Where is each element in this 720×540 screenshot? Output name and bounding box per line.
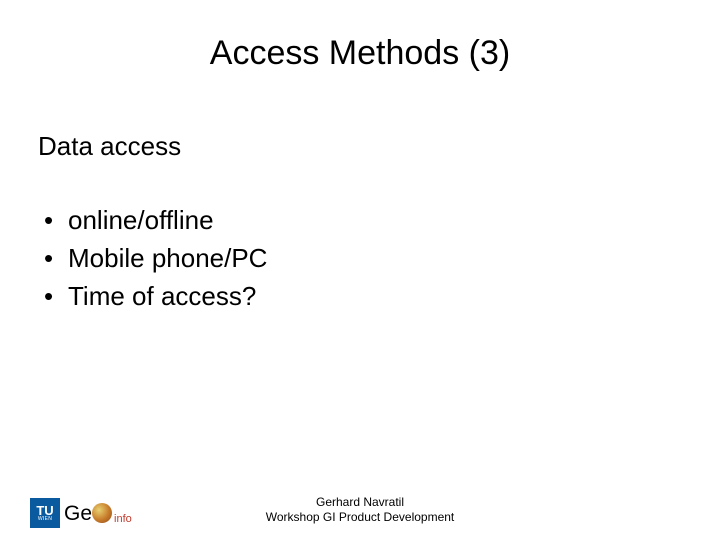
footer-event: Workshop GI Product Development [0,510,720,526]
list-item: Mobile phone/PC [38,242,720,276]
slide-footer: Gerhard Navratil Workshop GI Product Dev… [0,495,720,526]
list-item: Time of access? [38,280,720,314]
bullet-list: online/offline Mobile phone/PC Time of a… [0,162,720,313]
slide-subtitle: Data access [0,73,720,162]
list-item: online/offline [38,204,720,238]
slide-title: Access Methods (3) [0,0,720,73]
slide: Access Methods (3) Data access online/of… [0,0,720,540]
footer-author: Gerhard Navratil [0,495,720,511]
